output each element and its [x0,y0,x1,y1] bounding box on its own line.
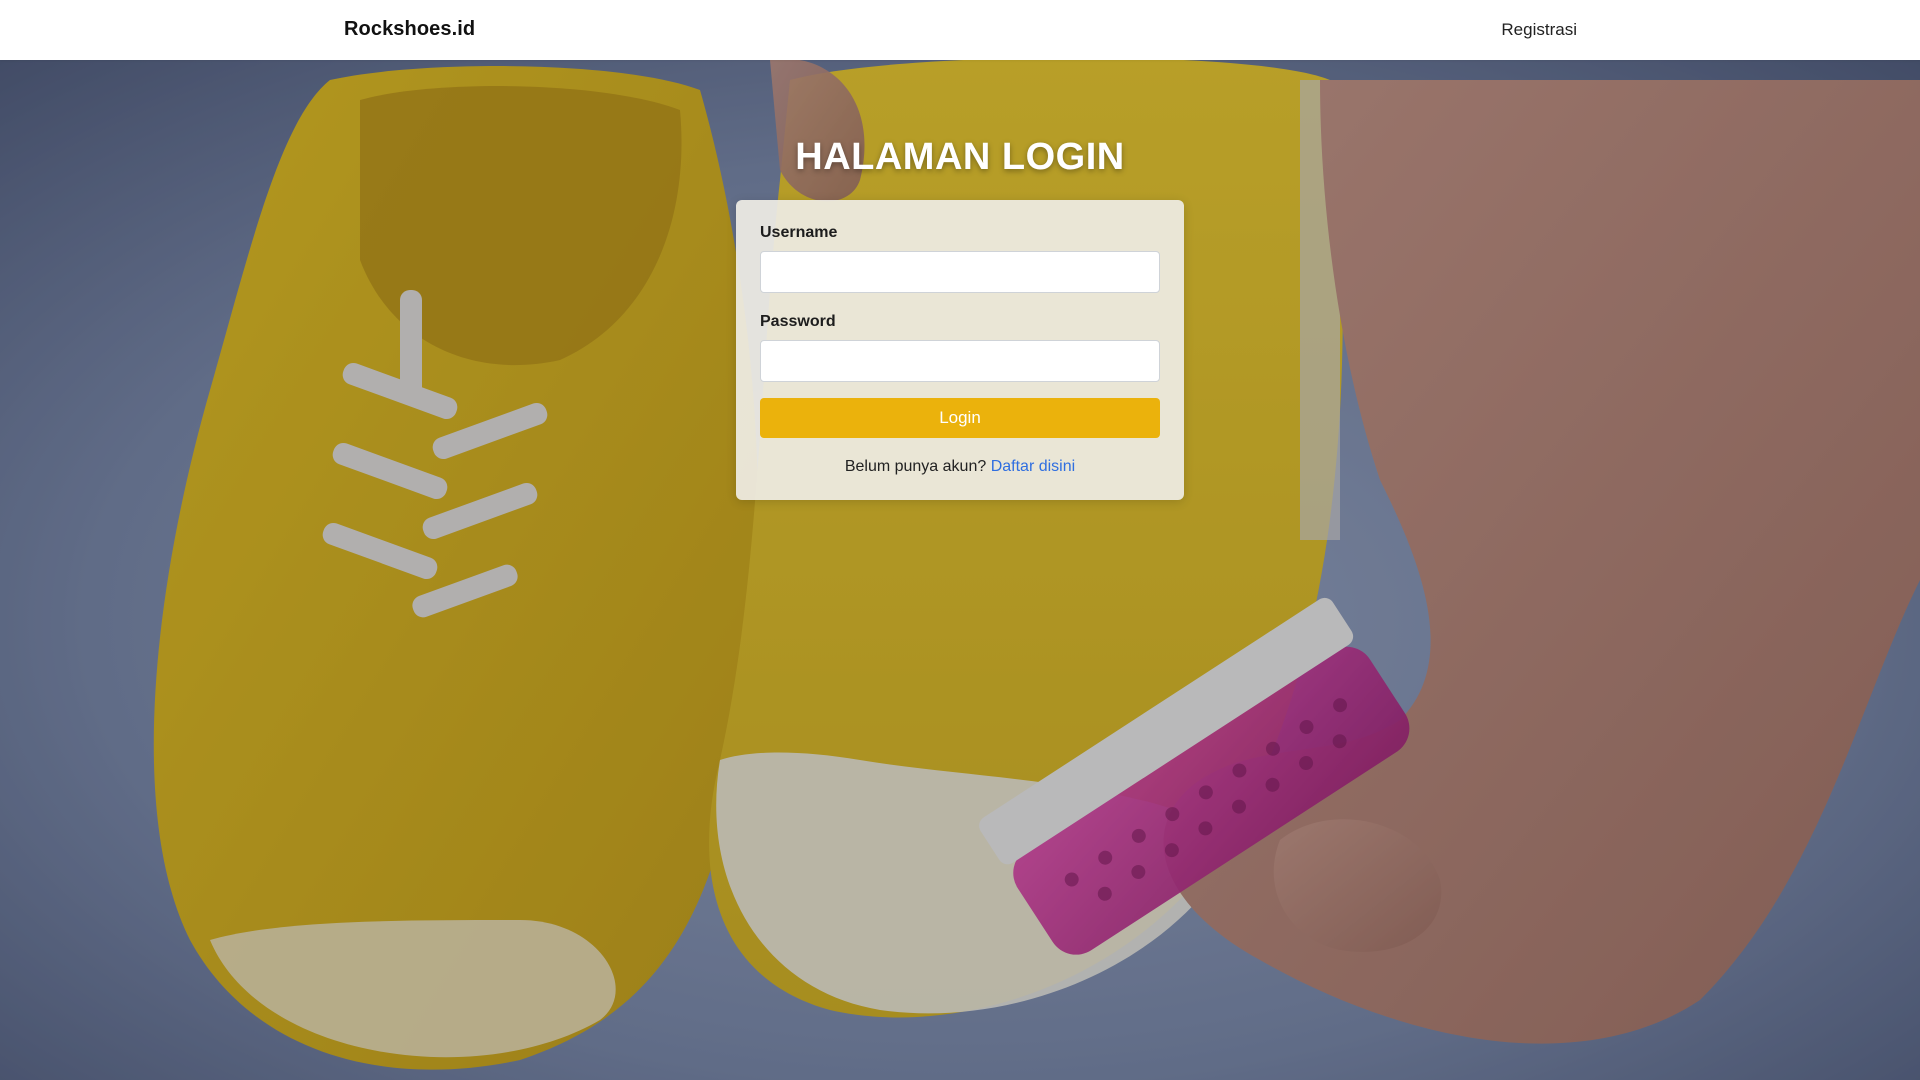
hero-background: HALAMAN LOGIN Username Password Login Be… [0,60,1920,1080]
username-label: Username [760,224,838,241]
register-link[interactable]: Daftar disini [991,458,1075,475]
page-title: HALAMAN LOGIN [795,136,1125,178]
navbar: Rockshoes.id Registrasi [0,0,1920,60]
login-button[interactable]: Login [760,398,1160,438]
password-label: Password [760,313,836,330]
nav-link-registrasi[interactable]: Registrasi [1501,20,1577,40]
brand-logo-link[interactable]: Rockshoes.id [344,18,475,41]
register-prompt-text: Belum punya akun? [844,458,987,475]
register-prompt: Belum punya akun? Daftar disini [760,458,1160,476]
password-input[interactable] [760,340,1160,382]
login-form: Username Password Login Belum punya akun… [736,200,1184,500]
username-input[interactable] [760,251,1160,293]
